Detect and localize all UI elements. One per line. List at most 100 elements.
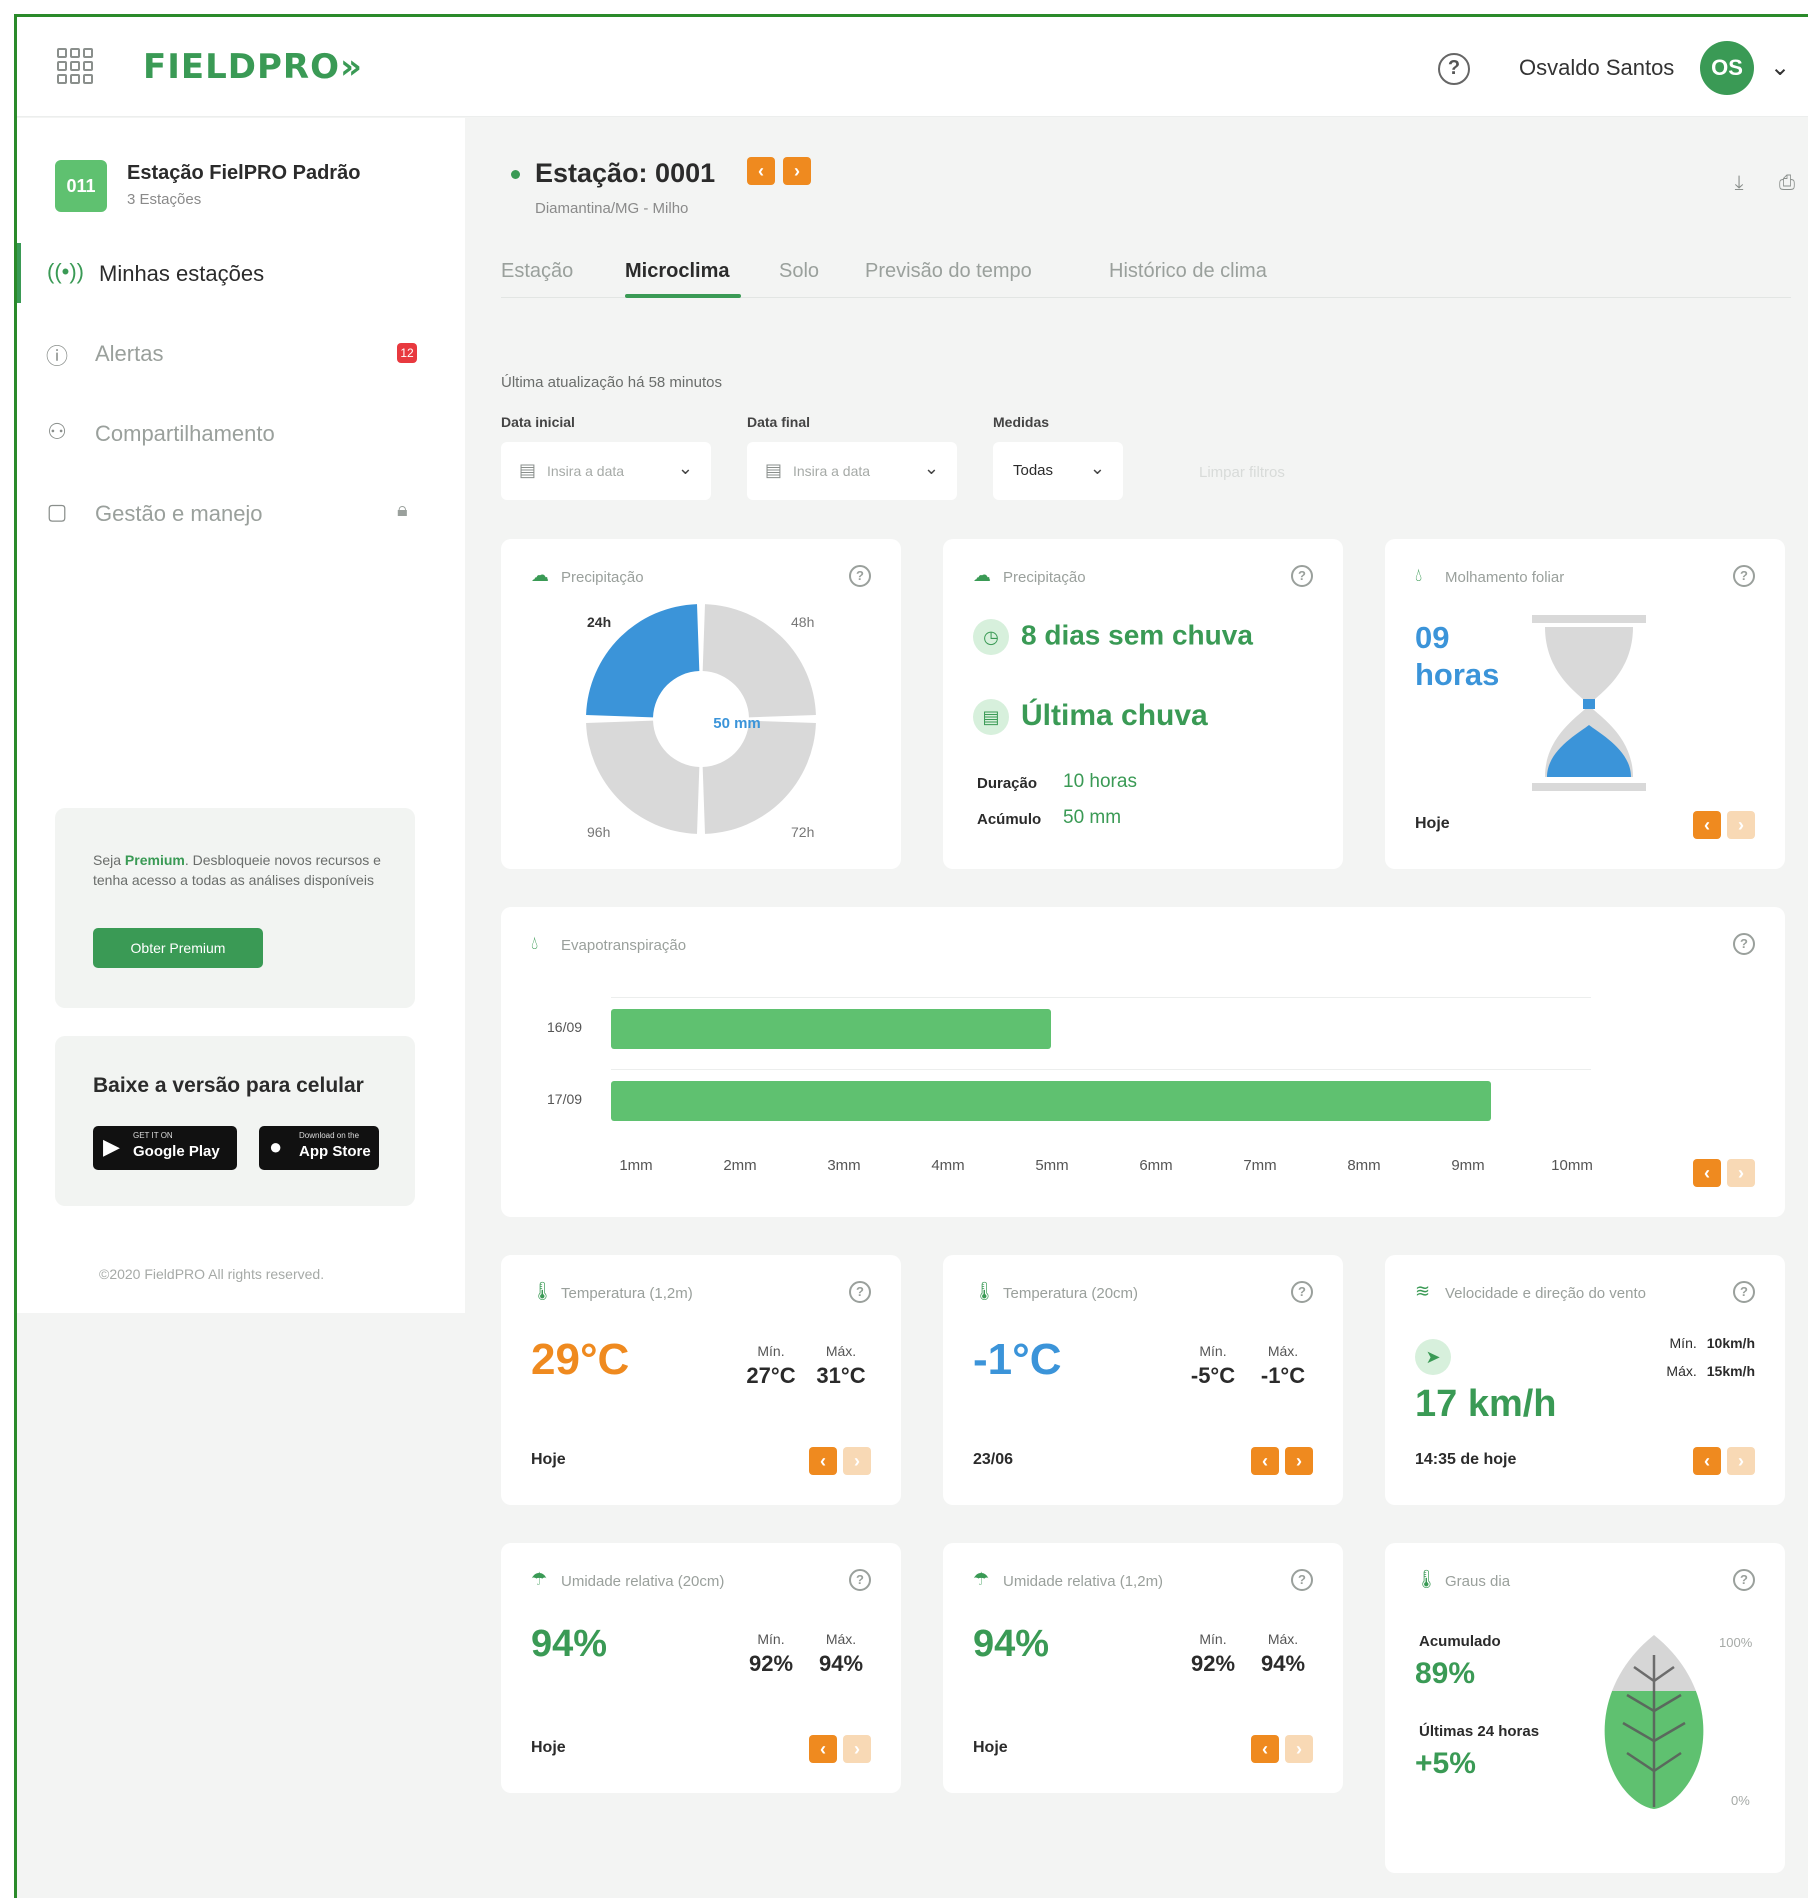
leaf-icon — [1604, 1635, 1704, 1809]
prev-period-button[interactable]: ‹ — [1693, 1159, 1721, 1187]
station-group-name[interactable]: Estação FielPRO Padrão — [127, 162, 360, 185]
evapo-bar[interactable] — [611, 1081, 1491, 1121]
prev-period-button[interactable]: ‹ — [809, 1447, 837, 1475]
end-date-picker[interactable]: ▤ Insira a data ⌄ — [747, 442, 957, 500]
sidebar-item-gestao-manejo[interactable]: ▢ Gestão e manejo 🔒︎ — [17, 483, 465, 543]
min-column: Mín. 92% — [1190, 1631, 1236, 1676]
card-title: Evapotranspiração — [561, 937, 687, 954]
start-date-placeholder: Insira a data — [547, 463, 625, 479]
donut-slice-96h[interactable] — [586, 720, 700, 834]
calendar-icon: ▤ — [519, 460, 537, 480]
card-title: Precipitação — [1003, 569, 1086, 586]
premium-text: Seja Premium. Desbloqueie novos recursos… — [93, 852, 381, 888]
tab-historico[interactable]: Histórico de clima — [1109, 260, 1267, 283]
avatar[interactable]: OS — [1700, 41, 1754, 95]
help-circle-icon[interactable]: ? — [1438, 53, 1470, 85]
bar-gridline — [611, 1069, 1591, 1070]
humidity-value: 94% — [973, 1623, 1050, 1665]
next-station-button[interactable]: › — [783, 157, 811, 185]
donut-slice-72h[interactable] — [702, 720, 816, 834]
period-nav: ‹ › — [1693, 1447, 1755, 1475]
tab-microclima[interactable]: Microclima — [625, 260, 729, 283]
help-circle-icon[interactable]: ? — [1733, 1281, 1755, 1303]
app-download-title: Baixe a versão para celular — [93, 1074, 364, 1097]
prev-station-button[interactable]: ‹ — [747, 157, 775, 185]
leaf-wetness-value: 09 horas — [1415, 620, 1500, 692]
min-column: Mín. 92% — [748, 1631, 794, 1676]
station-location: Diamantina/MG - Milho — [535, 200, 689, 217]
app-download-promo: Baixe a versão para celular ▶ GET IT ON … — [55, 1036, 415, 1206]
period-label: Hoje — [531, 1739, 566, 1756]
next-period-button[interactable]: › — [843, 1447, 871, 1475]
help-circle-icon[interactable]: ? — [1291, 1281, 1313, 1303]
next-period-button[interactable]: › — [1727, 1447, 1755, 1475]
wind-speed-value: 17 km/h — [1415, 1383, 1557, 1425]
temperature-20cm-card: 🌡︎ Temperatura (20cm) ? -1°C Mín. -5°C Má… — [943, 1255, 1343, 1505]
thermometer-icon: 🌡︎ — [973, 1281, 996, 1301]
print-icon[interactable]: ⎙ — [1771, 172, 1803, 204]
prev-period-button[interactable]: ‹ — [1693, 811, 1721, 839]
sidebar-item-label: Compartilhamento — [95, 421, 275, 446]
temperature-value: -1°C — [973, 1335, 1062, 1384]
humidity-icon: ☂ — [531, 1569, 548, 1589]
tab-solo[interactable]: Solo — [779, 260, 819, 283]
next-period-button[interactable]: › — [1727, 1159, 1755, 1187]
user-name[interactable]: Osvaldo Santos — [1519, 55, 1674, 81]
next-period-button[interactable]: › — [1285, 1447, 1313, 1475]
alerts-count-badge: 12 — [397, 343, 417, 363]
download-icon[interactable]: ⤓ — [1723, 172, 1755, 204]
max-column: Máx. 94% — [1260, 1631, 1306, 1676]
evapotranspiration-card: 💧︎ Evapotranspiração ? 16/09 17/09 1mm 2mm 3… — [501, 907, 1785, 1217]
tab-previsao[interactable]: Previsão do tempo — [865, 260, 1032, 283]
measures-select[interactable]: Todas ⌄ — [993, 442, 1123, 500]
sidebar-item-label: Alertas — [95, 341, 164, 366]
help-circle-icon[interactable]: ? — [1733, 565, 1755, 587]
prev-period-button[interactable]: ‹ — [1693, 1447, 1721, 1475]
x-axis-tick: 9mm — [1451, 1157, 1485, 1174]
evapo-bar[interactable] — [611, 1009, 1051, 1049]
start-date-picker[interactable]: ▤ Insira a data ⌄ — [501, 442, 711, 500]
help-circle-icon[interactable]: ? — [849, 1281, 871, 1303]
google-play-button[interactable]: ▶ GET IT ON Google Play — [93, 1126, 237, 1170]
clipboard-icon: ▢ — [46, 499, 68, 524]
clear-filters-button[interactable]: Limpar filtros — [1199, 464, 1285, 481]
wind-direction-icon: ➤ — [1415, 1339, 1451, 1375]
end-date-placeholder: Insira a data — [793, 463, 871, 479]
sidebar-item-compartilhamento[interactable]: ⚇ Compartilhamento — [17, 403, 465, 463]
help-circle-icon[interactable]: ? — [849, 1569, 871, 1591]
logo[interactable]: FIELDPRO» — [143, 47, 363, 87]
period-nav: ‹ › — [1251, 1447, 1313, 1475]
card-title: Umidade relativa (1,2m) — [1003, 1573, 1164, 1590]
apple-icon: ● — [269, 1134, 283, 1159]
get-premium-button[interactable]: Obter Premium — [93, 928, 263, 968]
copyright: ©2020 FieldPRO All rights reserved. — [99, 1266, 325, 1282]
tab-estacao[interactable]: Estação — [501, 260, 573, 283]
x-axis-tick: 10mm — [1551, 1157, 1593, 1174]
sidebar-item-label: Minhas estações — [99, 261, 265, 286]
app-frame: FIELDPRO» ? Osvaldo Santos OS ⌄ 011 Esta… — [14, 14, 1808, 1898]
accumulated-label: Acumulado — [1419, 1633, 1501, 1650]
app-store-button[interactable]: ● Download on the App Store — [259, 1126, 379, 1170]
help-circle-icon[interactable]: ? — [1733, 933, 1755, 955]
sidebar-item-minhas-estacoes[interactable]: ((•)) Minhas estações — [17, 243, 465, 303]
chevron-down-icon[interactable]: ⌄ — [1770, 53, 1790, 82]
next-period-button[interactable]: › — [843, 1735, 871, 1763]
help-circle-icon[interactable]: ? — [1291, 1569, 1313, 1591]
prev-period-button[interactable]: ‹ — [1251, 1447, 1279, 1475]
leaf-wetness-card: 💧︎ Molhamento foliar ? 09 horas Hoje ‹ › — [1385, 539, 1785, 869]
precip-donut-card: ☁ Precipitação ? 50 mm 24h 48h 72h 96h — [501, 539, 901, 869]
next-period-button[interactable]: › — [1285, 1735, 1313, 1763]
prev-period-button[interactable]: ‹ — [1251, 1735, 1279, 1763]
prev-period-button[interactable]: ‹ — [809, 1735, 837, 1763]
lock-icon: 🔒︎ — [397, 499, 408, 521]
help-circle-icon[interactable]: ? — [1733, 1569, 1755, 1591]
x-axis-tick: 2mm — [723, 1157, 757, 1174]
apps-grid-icon[interactable] — [57, 48, 93, 84]
donut-label-96h: 96h — [587, 824, 611, 840]
precip-rain-card: ☁ Precipitação ? ◷ 8 dias sem chuva ▤ Últi… — [943, 539, 1343, 869]
bar-category-label: 16/09 — [547, 1019, 583, 1035]
sidebar-item-alertas[interactable]: ⓘ Alertas 12 — [17, 323, 465, 383]
next-period-button[interactable]: › — [1727, 811, 1755, 839]
last-24h-label: Últimas 24 horas — [1419, 1723, 1540, 1740]
help-circle-icon[interactable]: ? — [1291, 565, 1313, 587]
